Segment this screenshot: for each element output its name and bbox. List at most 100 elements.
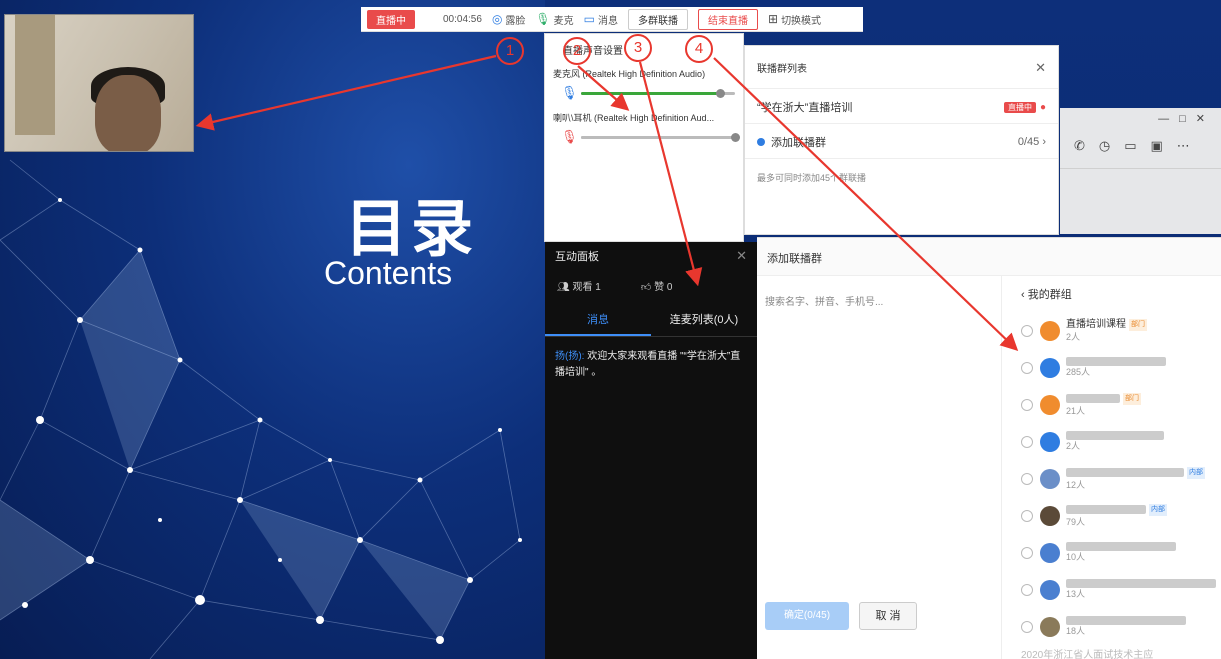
grid-icon: ⊞ — [768, 12, 779, 26]
annotation-circle-2: 2 — [563, 37, 591, 65]
group-member-count: 18人 — [1066, 626, 1086, 636]
close-icon[interactable]: ✕ — [1035, 60, 1046, 76]
group-radio[interactable] — [1021, 398, 1033, 411]
speaker-volume-slider[interactable] — [581, 132, 740, 142]
switch-mode-button[interactable]: ⊞ 切换模式 — [768, 12, 821, 27]
end-live-button[interactable]: 结束直播 — [698, 8, 758, 30]
group-radio[interactable] — [1021, 324, 1033, 337]
thumb-up-icon: 👍︎ — [640, 282, 655, 293]
group-member-count: 2人 — [1066, 441, 1081, 451]
group-list-item[interactable]: 内部 12人 — [1021, 460, 1221, 497]
relay-count: 0/45 — [1017, 136, 1040, 148]
my-groups-list: ‹ 我的群组 直播培训课程 部门 2人 285人 部门 21人 2人 内部 12人 内部 79人 10… — [1021, 286, 1221, 645]
camera-icon: ◎ — [491, 12, 503, 26]
microphone-volume-knob[interactable] — [715, 88, 725, 98]
viewer-count: 👥︎ 观看 1 — [557, 278, 601, 293]
group-radio[interactable] — [1021, 583, 1033, 596]
group-tag: 内部 — [1149, 503, 1167, 516]
group-avatar — [1040, 468, 1060, 489]
group-radio[interactable] — [1021, 472, 1033, 485]
add-relay-group-row[interactable]: 添加联播群 0/45 › — [745, 124, 1058, 159]
blurred-group-name — [1066, 357, 1166, 366]
mic-icon: 🎙︎ — [535, 12, 551, 26]
viewer-count-text: 观看 1 — [572, 282, 601, 293]
window-controls[interactable]: —□✕ — [1158, 112, 1215, 125]
group-tag: 内部 — [1187, 466, 1205, 479]
tab-co-host-list[interactable]: 连麦列表(0人) — [651, 305, 757, 336]
group-list-item[interactable]: 部门 21人 — [1021, 386, 1221, 423]
relay-group-name: “学在浙大”直播培训 — [757, 102, 853, 114]
mic-toggle[interactable]: 🎙︎ 麦克 — [535, 12, 573, 27]
group-radio[interactable] — [1021, 361, 1033, 374]
group-list-item[interactable]: 内部 79人 — [1021, 497, 1221, 534]
speaker-device: 喇叭\耳机 (Realtek High Definition Aud... 🎙︎ — [553, 111, 740, 145]
partial-group-name: 2020年浙江省人面试技术主应 — [1021, 650, 1154, 659]
camera-toggle[interactable]: ◎ 露脸 — [492, 12, 525, 27]
microphone-device: 麦克风 (Realtek High Definition Audio) 🎙︎ — [553, 67, 735, 101]
speaker-muted-icon[interactable]: 🎙︎ — [561, 129, 578, 145]
message-toggle[interactable]: ▭ 消息 — [584, 12, 618, 27]
webcam-person-face — [95, 75, 161, 151]
group-list-item[interactable]: 18人 — [1021, 608, 1221, 645]
group-name: 部门 — [1066, 392, 1141, 405]
background-chat-window: —□✕ ✆◷▭▣⋯ — [1060, 108, 1221, 234]
cancel-button[interactable]: 取 消 — [859, 602, 917, 630]
back-to-groups[interactable]: ‹ 我的群组 — [1021, 286, 1221, 302]
microphone-volume-slider[interactable] — [581, 88, 735, 98]
group-tag: 部门 — [1123, 392, 1141, 405]
group-list-item[interactable]: 13人 — [1021, 571, 1221, 608]
message-label: 消息 — [598, 15, 618, 27]
group-member-count: 13人 — [1066, 589, 1086, 599]
add-relay-group-dialog: 添加联播群 搜索名字、拼音、手机号... 确定(0/45) 取 消 ‹ 我的群组… — [757, 237, 1221, 659]
interaction-title: 互动面板 — [555, 251, 599, 263]
group-list-item[interactable]: 2人 — [1021, 423, 1221, 460]
microphone-icon[interactable]: 🎙︎ — [561, 85, 578, 101]
group-member-count: 10人 — [1066, 552, 1086, 562]
microphone-label: 麦克风 (Realtek High Definition Audio) — [553, 69, 706, 79]
group-avatar — [1040, 616, 1060, 637]
annotation-circle-3: 3 — [624, 34, 652, 62]
close-icon[interactable]: ✕ — [736, 248, 747, 264]
group-avatar — [1040, 320, 1060, 341]
search-input[interactable]: 搜索名字、拼音、手机号... — [765, 293, 883, 308]
switch-mode-label: 切换模式 — [781, 15, 822, 27]
chat-divider — [1060, 168, 1221, 169]
relay-group-list: 联播群列表 ✕ “学在浙大”直播培训 直播中 ● 添加联播群 0/45 › 最多可… — [744, 45, 1059, 235]
microphone-volume-fill — [581, 91, 720, 95]
group-name: 内部 — [1066, 503, 1167, 516]
group-radio[interactable] — [1021, 620, 1033, 633]
group-tag: 部门 — [1129, 318, 1147, 331]
mic-label: 麦克 — [553, 15, 574, 27]
group-radio[interactable] — [1021, 435, 1033, 448]
webcam-preview[interactable] — [4, 14, 194, 152]
group-list-item[interactable]: 285人 — [1021, 349, 1221, 386]
speaker-volume-knob[interactable] — [731, 132, 740, 142]
group-list-item[interactable]: 10人 — [1021, 534, 1221, 571]
group-avatar — [1040, 542, 1060, 563]
group-avatar — [1040, 357, 1060, 378]
camera-label: 露脸 — [505, 15, 526, 27]
group-radio[interactable] — [1021, 546, 1033, 559]
blurred-group-name — [1066, 468, 1184, 477]
relay-current-group[interactable]: “学在浙大”直播培训 直播中 ● — [745, 89, 1058, 124]
tab-messages[interactable]: 消息 — [545, 305, 651, 336]
live-status-badge: 直播中 — [367, 9, 415, 29]
group-name-text: 直播培训课程 — [1066, 318, 1126, 330]
dialog-divider — [1001, 276, 1002, 659]
group-list-item[interactable]: 直播培训课程 部门 2人 — [1021, 312, 1221, 349]
chat-toolbar-icons[interactable]: ✆◷▭▣⋯ — [1074, 138, 1204, 154]
group-name — [1066, 431, 1164, 440]
blurred-group-name — [1066, 579, 1216, 588]
multi-group-button[interactable]: 多群联播 — [628, 8, 688, 30]
confirm-button[interactable]: 确定(0/45) — [765, 602, 849, 630]
slide-subtitle: Contents — [324, 255, 453, 291]
group-radio[interactable] — [1021, 509, 1033, 522]
live-toolbar: 直播中 00:04:56 ◎ 露脸 🎙︎ 麦克 ▭ 消息 多群联播 结束直播 ⊞ 切换模… — [361, 7, 863, 32]
blurred-group-name — [1066, 505, 1146, 514]
group-name — [1066, 616, 1186, 625]
annotation-circle-4: 4 — [685, 35, 713, 63]
status-dot-icon: ● — [1039, 102, 1046, 113]
group-member-count: 21人 — [1066, 405, 1086, 416]
blurred-group-name — [1066, 394, 1120, 403]
message-sender: 扬(扬): — [555, 351, 585, 362]
